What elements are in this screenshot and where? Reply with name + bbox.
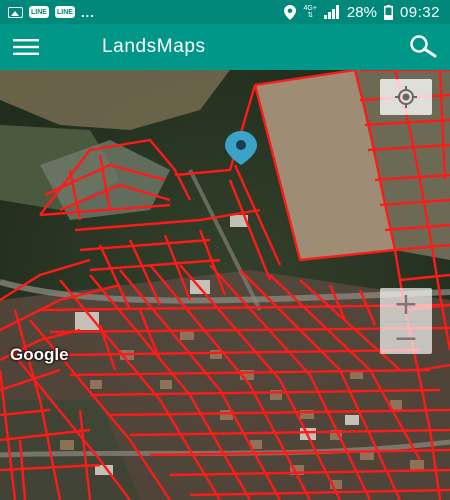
- my-location-button[interactable]: [380, 79, 432, 115]
- app-bar: LandsMaps: [0, 24, 450, 70]
- google-logo[interactable]: Google: [10, 345, 69, 365]
- status-bar: LINE LINE ... 4G+ ⇅ 28% 09:32: [0, 0, 450, 24]
- more-notifications: ...: [81, 4, 95, 20]
- network-label: 4G+: [303, 5, 317, 12]
- zoom-in-button[interactable]: +: [380, 288, 432, 322]
- location-icon: [284, 4, 297, 20]
- clock: 09:32: [399, 3, 440, 21]
- signal-icon: [323, 5, 339, 19]
- search-icon: [410, 35, 437, 58]
- zoom-controls: + −: [380, 288, 432, 354]
- map-view[interactable]: + − Google: [0, 70, 450, 500]
- search-button[interactable]: [398, 24, 450, 70]
- battery-icon: [383, 4, 393, 20]
- location-pin-icon[interactable]: [222, 130, 260, 166]
- battery-percent: 28%: [346, 3, 377, 21]
- network-type: 4G+ ⇅: [303, 5, 317, 19]
- image-notification-icon: [8, 6, 23, 18]
- hamburger-menu-icon: [13, 39, 39, 55]
- menu-button[interactable]: [0, 24, 52, 70]
- line-notification-icon: LINE: [29, 6, 49, 18]
- zoom-out-button[interactable]: −: [380, 321, 432, 354]
- my-location-icon: [395, 86, 417, 108]
- line-notification-icon-2: LINE: [55, 6, 75, 18]
- app-title: LandsMaps: [102, 36, 206, 57]
